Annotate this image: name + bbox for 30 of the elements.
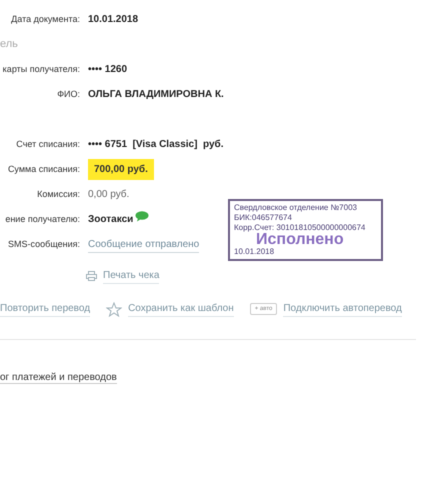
field-label: ФИО: [56, 88, 80, 101]
stamp-line: Корр.Счет: 30101810500000000674 [234, 223, 366, 233]
action-link[interactable]: Повторить перевод [0, 301, 90, 317]
stamp-line: Свердловское отделение №7003 [234, 203, 358, 213]
field-label: ение получателю: [4, 212, 80, 226]
field-label: Счет списания: [15, 138, 80, 151]
history-link[interactable]: ог платежей и переводов [0, 372, 117, 384]
field-value: •••• 1260 [88, 63, 128, 77]
field-label: Комиссия: [36, 188, 80, 201]
sms-bubble-icon [135, 211, 150, 222]
field-value: ОЛЬГА ВЛАДИМИРОВНА К. [88, 88, 224, 102]
field-label: карты получателя: [2, 62, 80, 76]
action-link[interactable]: Сохранить как шаблон [128, 301, 234, 317]
sms-status-link[interactable]: Сообщение отправлено [88, 236, 200, 252]
field-label: SMS-сообщения: [7, 238, 80, 251]
amount-value: 700,00 руб. [88, 159, 154, 180]
field-label: Дата документа: [10, 12, 80, 26]
stamp-line: БИК:046577674 [234, 213, 293, 223]
field-value: Зоотакси [88, 213, 134, 227]
field-value: •••• 6751 [Visa Classic] руб. [88, 138, 224, 152]
document-date: 10.01.2018 [88, 13, 138, 27]
field-label: Сумма списания: [6, 162, 80, 176]
print-receipt-link[interactable]: Печать чека [103, 268, 160, 284]
section-heading: ель [0, 37, 18, 52]
stamp-status: Исполнено [256, 233, 345, 247]
printer-icon [86, 271, 97, 281]
star-icon [106, 302, 122, 316]
action-link[interactable]: Подключить автоперевод [283, 301, 402, 317]
stamp-date: 10.01.2018 [234, 247, 276, 257]
field-value: 0,00 руб. [88, 188, 130, 202]
